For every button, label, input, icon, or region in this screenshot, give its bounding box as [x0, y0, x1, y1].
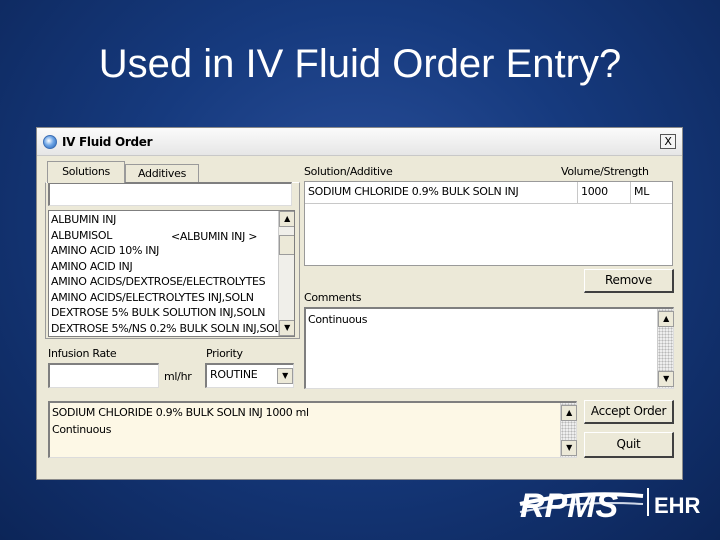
priority-label: Priority	[206, 347, 243, 360]
priority-value: ROUTINE	[210, 368, 258, 381]
list-item[interactable]: DEXTROSE 5% BULK SOLUTION INJ,SOLN	[49, 305, 279, 321]
logo-suffix: EHR	[654, 493, 701, 518]
tab-additives[interactable]: Additives	[125, 164, 199, 183]
rpms-ehr-logo: RPMS EHR	[518, 482, 708, 525]
list-item[interactable]: ALBUMIN INJ	[49, 212, 279, 228]
list-item[interactable]: AMINO ACID INJ	[49, 259, 279, 275]
comments-value: Continuous	[308, 313, 368, 326]
infusion-rate-input[interactable]	[48, 363, 159, 388]
rpms-logo-graphic: RPMS EHR	[519, 487, 701, 525]
close-icon[interactable]: X	[660, 134, 676, 149]
list-item[interactable]: AMINO ACIDS/ELECTROLYTES INJ,SOLN	[49, 290, 279, 306]
order-row[interactable]: SODIUM CHLORIDE 0.9% BULK SOLN INJ 1000 …	[305, 182, 672, 204]
infusion-rate-label: Infusion Rate	[48, 347, 117, 360]
infusion-rate-unit: ml/hr	[164, 370, 192, 383]
summary-scrollbar[interactable]: ▲ ▼	[560, 403, 577, 457]
comments-textarea[interactable]: Continuous ▲ ▼	[304, 307, 674, 389]
accept-order-button[interactable]: Accept Order	[584, 400, 674, 424]
order-solution-cell[interactable]: SODIUM CHLORIDE 0.9% BULK SOLN INJ	[305, 182, 578, 204]
scroll-up-icon[interactable]: ▲	[561, 405, 577, 421]
dropdown-arrow-icon[interactable]: ▼	[277, 368, 293, 384]
order-grid[interactable]: SODIUM CHLORIDE 0.9% BULK SOLN INJ 1000 …	[304, 181, 673, 266]
scroll-down-icon[interactable]: ▼	[658, 371, 674, 387]
comments-label: Comments	[304, 291, 362, 304]
volume-strength-header: Volume/Strength	[561, 165, 649, 178]
logo-text: RPMS	[520, 487, 619, 522]
order-volume-cell[interactable]: 1000	[578, 182, 631, 204]
slide-title: Used in IV Fluid Order Entry?	[98, 42, 622, 86]
window-title: IV Fluid Order	[62, 135, 153, 149]
solutions-scrollbar[interactable]: ▲ ▼	[278, 211, 294, 336]
list-alias: <ALBUMIN INJ >	[171, 230, 258, 243]
quit-button[interactable]: Quit	[584, 432, 674, 458]
window-titlebar: IV Fluid Order X	[37, 128, 682, 156]
scroll-down-icon[interactable]: ▼	[279, 320, 294, 336]
solutions-listbox[interactable]: ALBUMIN INJ ALBUMISOL AMINO ACID 10% INJ AM…	[48, 210, 295, 337]
summary-line-1: SODIUM CHLORIDE 0.9% BULK SOLN INJ 1000 …	[52, 406, 309, 419]
order-unit-cell[interactable]: ML	[631, 182, 672, 204]
scrollbar-thumb[interactable]	[279, 235, 294, 255]
solution-additive-header: Solution/Additive	[304, 165, 393, 178]
summary-line-2: Continuous	[52, 423, 112, 436]
comments-scrollbar[interactable]: ▲ ▼	[657, 309, 674, 388]
iv-fluid-order-window: IV Fluid Order X Solutions Additives ALB…	[36, 127, 683, 480]
search-input[interactable]	[48, 182, 292, 206]
remove-button[interactable]: Remove	[584, 269, 674, 293]
scroll-up-icon[interactable]: ▲	[658, 311, 674, 327]
priority-select[interactable]: ROUTINE ▼	[205, 363, 294, 388]
list-item[interactable]: AMINO ACID 10% INJ	[49, 243, 279, 259]
tab-solutions[interactable]: Solutions	[47, 161, 125, 183]
list-item[interactable]: DEXTROSE 5%/NS 0.2% BULK SOLN INJ,SOLN	[49, 321, 289, 337]
app-icon	[43, 135, 57, 149]
scroll-up-icon[interactable]: ▲	[279, 211, 294, 227]
order-summary: SODIUM CHLORIDE 0.9% BULK SOLN INJ 1000 …	[48, 401, 577, 458]
scroll-down-icon[interactable]: ▼	[561, 440, 577, 456]
list-item[interactable]: AMINO ACIDS/DEXTROSE/ELECTROLYTES	[49, 274, 279, 290]
